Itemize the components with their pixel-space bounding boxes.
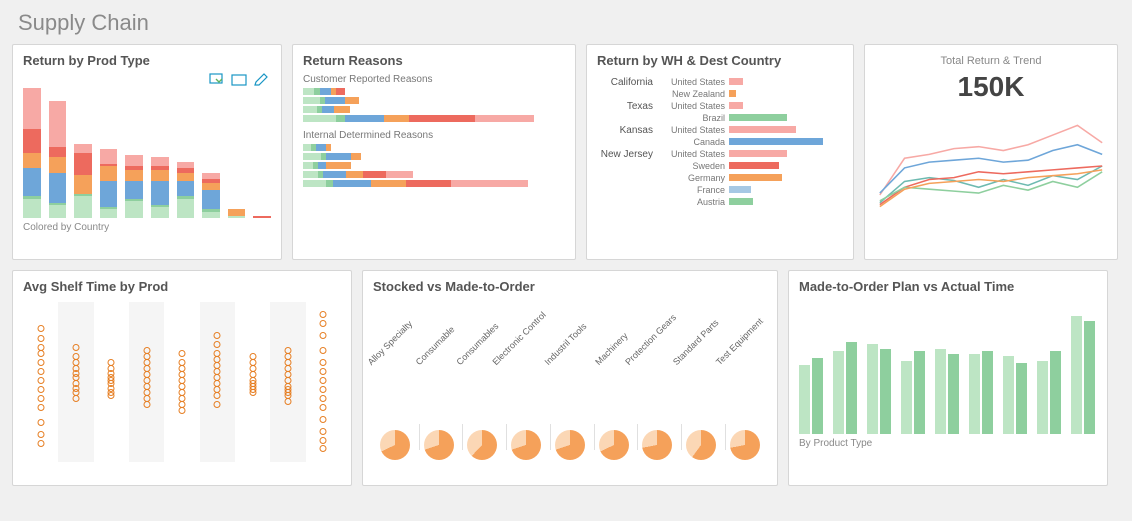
country-label: Austria [659, 197, 729, 207]
pie-label: Test Equipment [714, 316, 765, 367]
country-label: Brazil [659, 113, 729, 123]
pie-slice [424, 430, 454, 460]
panel-title: Avg Shelf Time by Prod [23, 279, 341, 294]
dashboard-page: Supply Chain Return by Prod Type Colored… [0, 0, 1132, 521]
wh-label: Texas [597, 100, 659, 112]
export-icon[interactable] [209, 73, 225, 87]
pie-slice [599, 430, 629, 460]
grouped-bar-chart [799, 304, 1097, 434]
panel-shelf-time[interactable]: Avg Shelf Time by Prod [12, 270, 352, 486]
panel-title: Made-to-Order Plan vs Actual Time [799, 279, 1097, 294]
country-label: France [659, 185, 729, 195]
country-bar [729, 186, 751, 193]
pie-label: Consumable [413, 324, 456, 367]
panel-stocked-mto[interactable]: Stocked vs Made-to-Order Alloy Specialty… [362, 270, 778, 486]
country-label: Germany [659, 173, 729, 183]
pie-slice [380, 430, 410, 460]
panel-plan-vs-actual[interactable]: Made-to-Order Plan vs Actual Time By Pro… [788, 270, 1108, 486]
stacked-bar-chart [23, 88, 271, 218]
panel-title: Return Reasons [303, 53, 565, 68]
country-label: Canada [659, 137, 729, 147]
panel-return-by-prod-type[interactable]: Return by Prod Type Colored by Country [12, 44, 282, 260]
row-1: Return by Prod Type Colored by Country R… [12, 44, 1120, 260]
country-bar [729, 78, 743, 85]
subheading-customer: Customer Reported Reasons [303, 74, 565, 85]
country-bar [729, 90, 736, 97]
panel-kpi-trend[interactable]: Total Return & Trend 150K [864, 44, 1118, 260]
subheading-internal: Internal Determined Reasons [303, 130, 565, 141]
pie-slice [686, 430, 716, 460]
country-bar [729, 162, 779, 169]
panel-title: Return by Prod Type [23, 53, 271, 68]
country-label: Sweden [659, 161, 729, 171]
pie-label: Alloy Specialty [366, 319, 414, 367]
pie-label: Electronic Control [491, 310, 548, 367]
country-bar [729, 102, 743, 109]
country-label: United States [659, 125, 729, 135]
wh-label: California [597, 76, 659, 88]
country-label: United States [659, 101, 729, 111]
kpi-value: 150K [875, 71, 1107, 103]
pie-slice [555, 430, 585, 460]
hbar-chart-customer [303, 88, 565, 122]
wh-label: Kansas [597, 124, 659, 136]
pie-chart-row: Alloy SpecialtyConsumableConsumablesElec… [373, 300, 767, 460]
panel-toolbar [209, 73, 269, 87]
panel-footnote: By Product Type [799, 438, 1097, 449]
panel-title: Return by WH & Dest Country [597, 53, 843, 68]
country-bar [729, 138, 823, 145]
panel-title: Stocked vs Made-to-Order [373, 279, 767, 294]
edit-icon[interactable] [253, 73, 269, 87]
panel-return-by-wh[interactable]: Return by WH & Dest Country CaliforniaUn… [586, 44, 854, 260]
country-label: United States [659, 77, 729, 87]
pie-label: Industril Tools [543, 321, 589, 367]
maximize-icon[interactable] [231, 73, 247, 87]
kpi-title: Total Return & Trend [875, 55, 1107, 67]
country-bar [729, 174, 782, 181]
country-bar [729, 114, 787, 121]
country-label: United States [659, 149, 729, 159]
row-2: Avg Shelf Time by Prod Stocked vs Made-t… [12, 270, 1120, 486]
scatter-chart [23, 302, 341, 462]
page-title: Supply Chain [18, 10, 1120, 36]
wh-list: CaliforniaUnited StatesNew ZealandTexasU… [597, 76, 843, 208]
pie-slice [730, 430, 760, 460]
country-label: New Zealand [659, 89, 729, 99]
pie-slice [642, 430, 672, 460]
hbar-chart-internal [303, 144, 565, 187]
country-bar [729, 126, 796, 133]
pie-slice [467, 430, 497, 460]
country-bar [729, 150, 787, 157]
panel-footnote: Colored by Country [23, 222, 271, 233]
wh-label: New Jersey [597, 148, 659, 160]
panel-return-reasons[interactable]: Return Reasons Customer Reported Reasons… [292, 44, 576, 260]
trend-line-chart [875, 111, 1107, 221]
country-bar [729, 198, 753, 205]
pie-slice [511, 430, 541, 460]
